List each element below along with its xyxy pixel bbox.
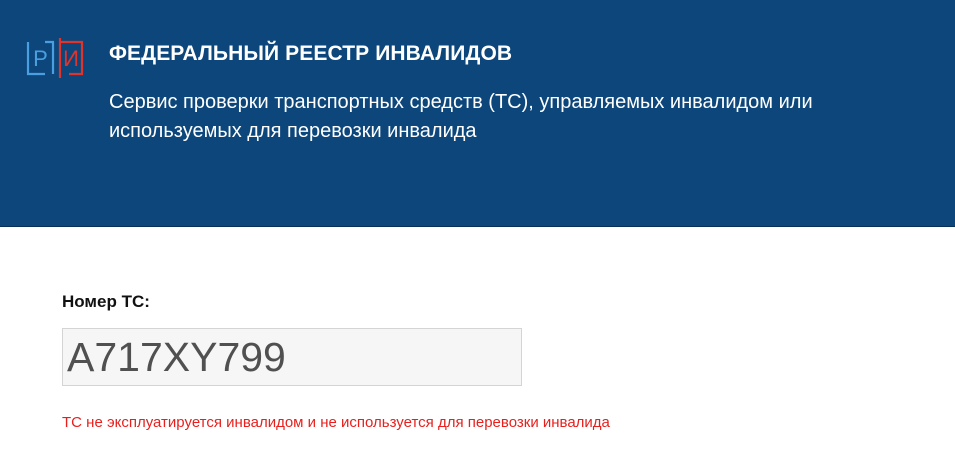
check-result-message: ТС не эксплуатируется инвалидом и не исп…	[62, 414, 610, 431]
logo-letter-r: Р	[33, 46, 48, 71]
page-title: ФЕДЕРАЛЬНЫЙ РЕЕСТР ИНВАЛИДОВ	[109, 42, 513, 65]
site-header: Р И ФЕДЕРАЛЬНЫЙ РЕЕСТР ИНВАЛИДОВ Сервис …	[0, 0, 955, 227]
vehicle-number-label: Номер ТС:	[62, 292, 150, 311]
vehicle-number-input[interactable]	[62, 328, 522, 386]
page-subtitle: Сервис проверки транспортных средств (ТС…	[109, 91, 813, 142]
logo-letter-i: И	[63, 46, 79, 71]
fri-logo-icon: Р И	[26, 38, 84, 78]
